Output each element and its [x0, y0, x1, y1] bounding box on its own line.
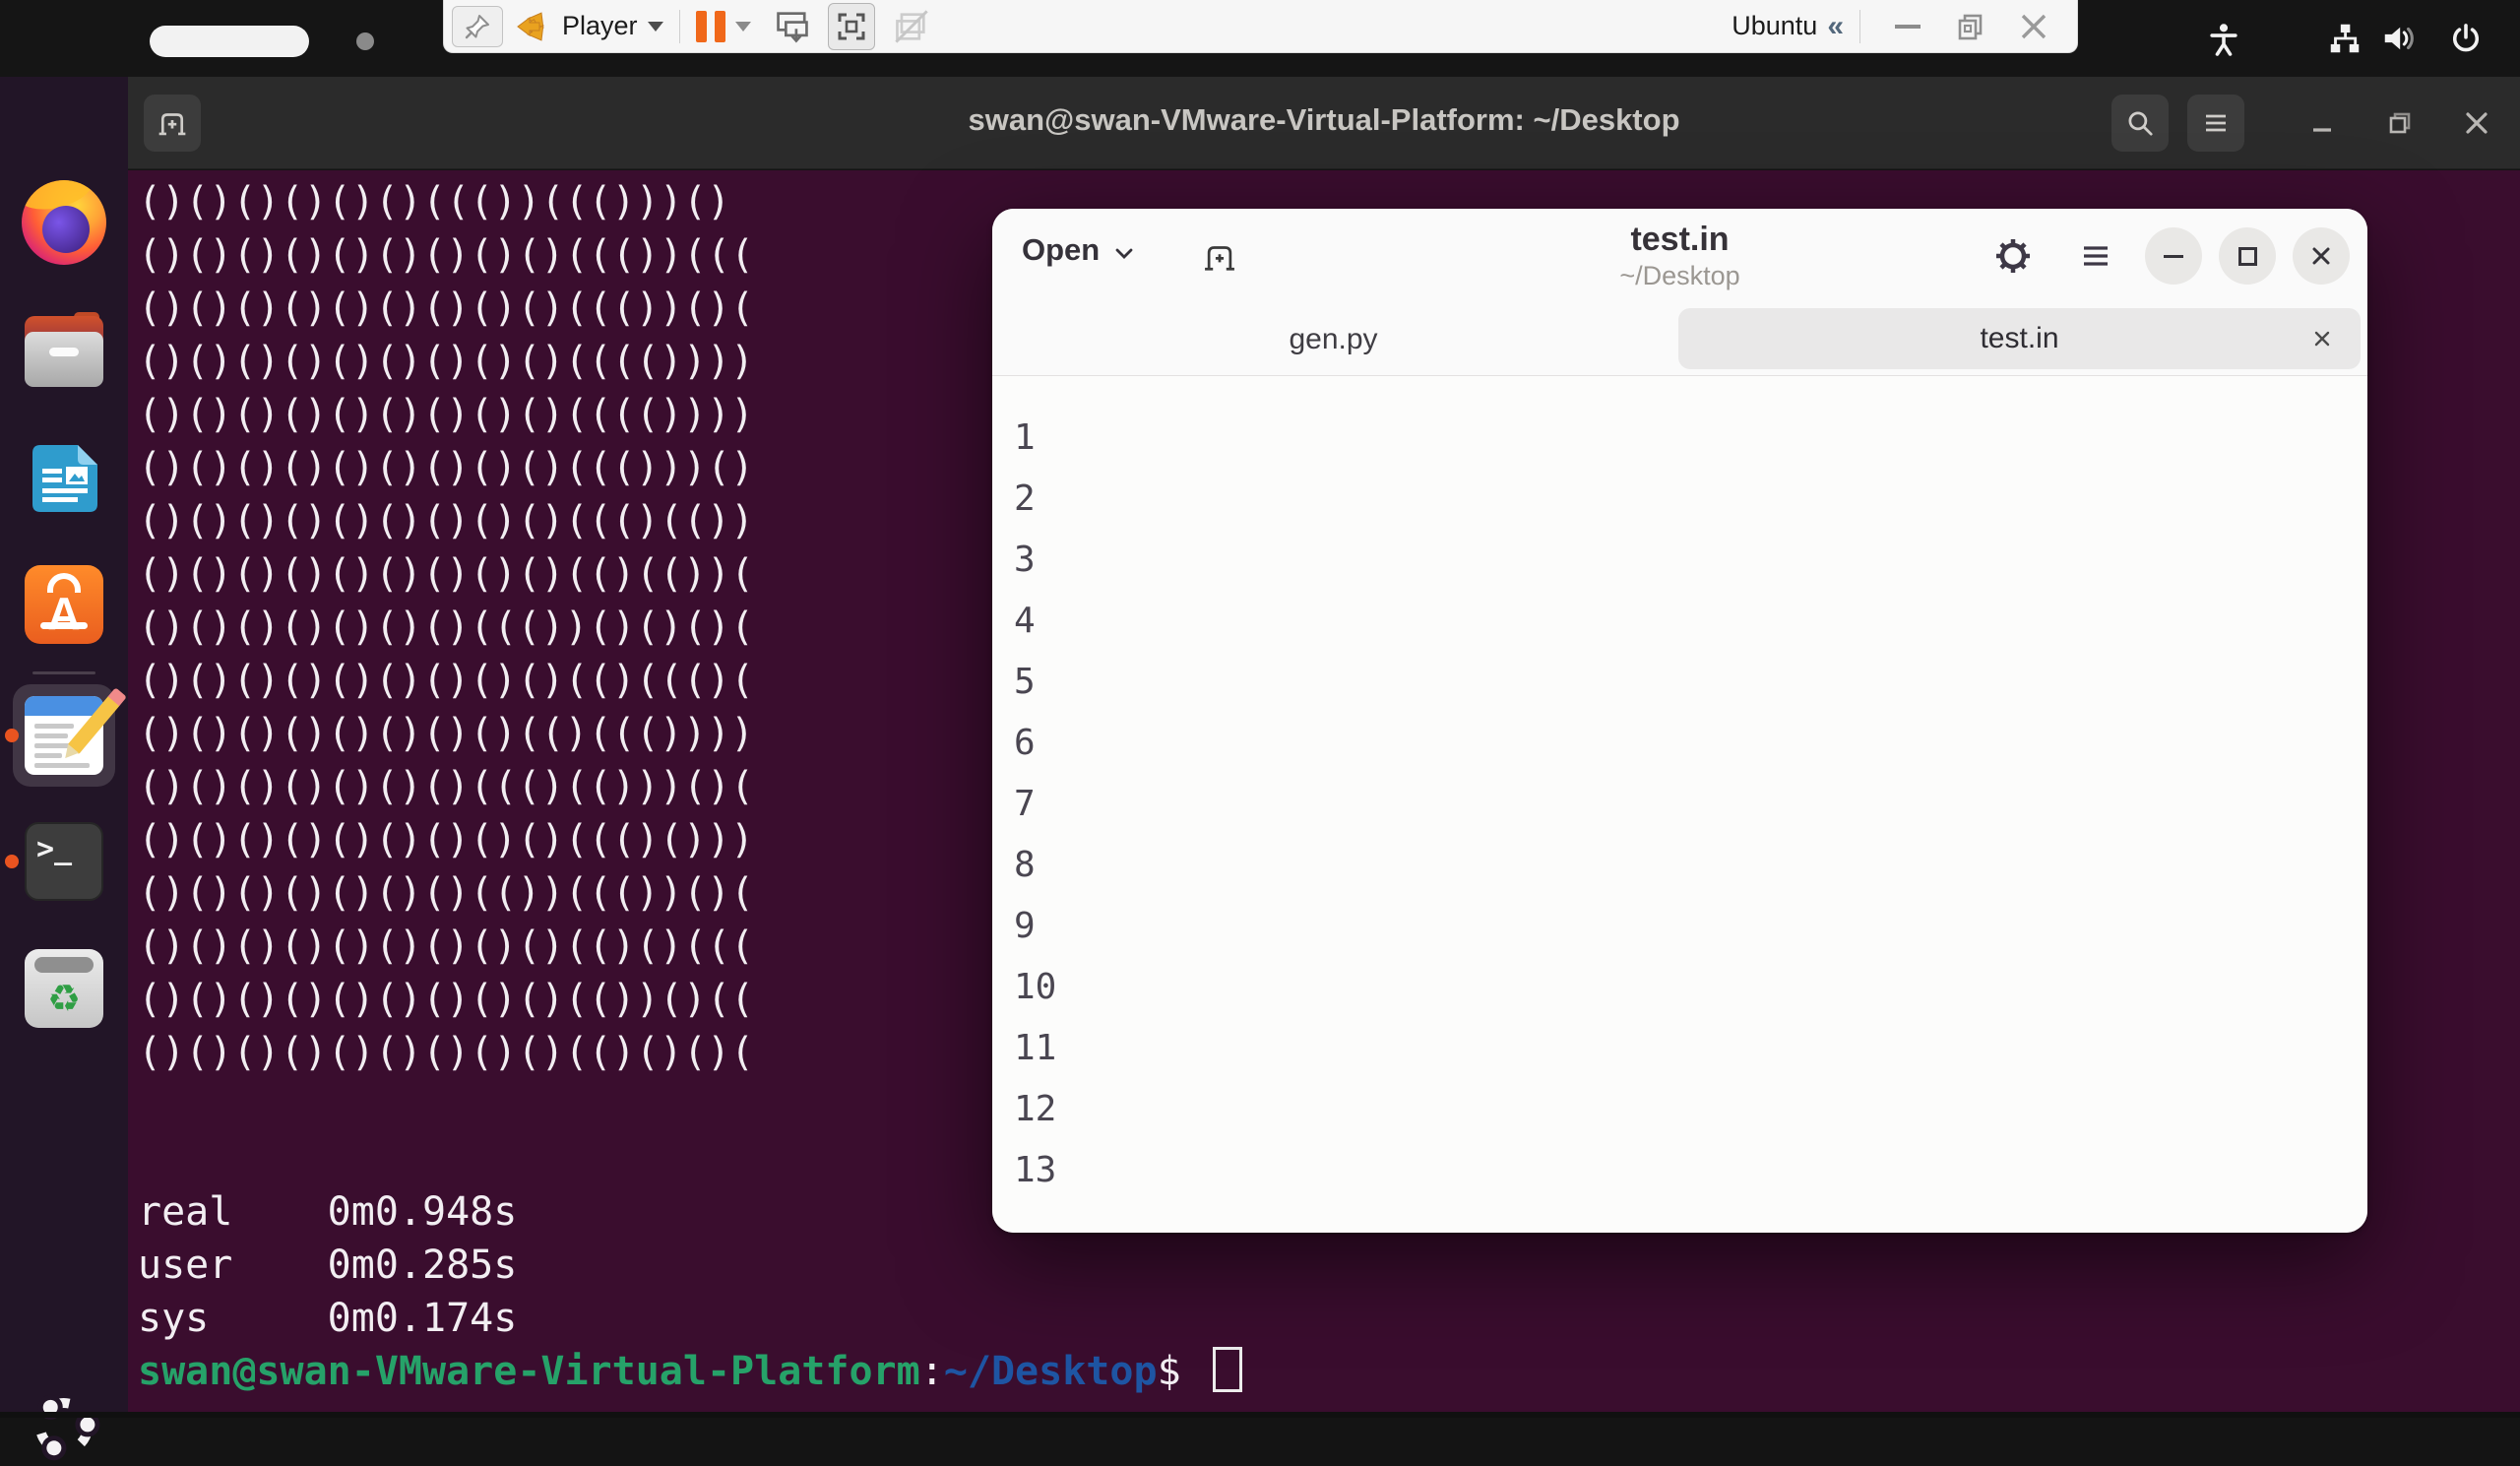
text-editor-icon[interactable]	[25, 696, 103, 775]
workspace-indicator-secondary[interactable]	[356, 32, 374, 50]
editor-minimize-button[interactable]	[2145, 227, 2202, 285]
text-editor-window: Open test.in ~/Desktop	[992, 209, 2367, 1233]
dock-separator	[32, 671, 95, 674]
trash-icon[interactable]: ♻	[25, 949, 103, 1028]
vmware-toolbar: Player Ubuntu «	[443, 0, 2078, 53]
tab-close-button[interactable]	[2305, 322, 2339, 355]
prompt-path: ~/Desktop	[944, 1349, 1158, 1394]
close-icon	[2310, 327, 2334, 351]
prompt-colon: :	[920, 1349, 944, 1394]
accessibility-icon[interactable]	[2205, 20, 2242, 57]
toolbar-separator	[679, 10, 680, 43]
volume-icon[interactable]	[2380, 20, 2418, 57]
pin-icon	[463, 12, 492, 41]
tab-label: gen.py	[1289, 323, 1377, 356]
editor-headerbar[interactable]: Open test.in ~/Desktop	[992, 209, 2367, 303]
tab-label: test.in	[1980, 322, 2058, 355]
toolbar-separator	[1859, 10, 1860, 43]
libreoffice-writer-icon[interactable]	[25, 439, 103, 518]
vm-close-button[interactable]	[2002, 10, 2065, 43]
tab-gen-py[interactable]: gen.py	[992, 303, 1674, 375]
power-icon[interactable]	[2447, 20, 2485, 57]
tab-test-in[interactable]: test.in	[1678, 308, 2361, 369]
vm-minimize-button[interactable]	[1876, 25, 1939, 29]
hamburger-menu-icon	[2201, 108, 2231, 138]
app-center-icon[interactable]: A	[25, 565, 103, 644]
screen-bottom-edge	[0, 1412, 2520, 1418]
send-to-monitor-icon[interactable]	[773, 7, 812, 46]
workspace-indicator-active[interactable]	[150, 26, 309, 57]
pin-toolbar-button[interactable]	[452, 6, 503, 47]
terminal-output: ()()()()()()((())((()))() ()()()()()()()…	[138, 175, 754, 1345]
pause-vm-button[interactable]	[696, 11, 725, 42]
terminal-search-button[interactable]	[2111, 95, 2169, 152]
fullscreen-button[interactable]	[828, 3, 875, 50]
pause-menu-caret-icon[interactable]	[735, 22, 751, 32]
unity-disabled-icon	[893, 8, 930, 45]
terminal-minimize-button[interactable]	[2305, 106, 2339, 140]
dock: A >_ ♻	[0, 77, 128, 1412]
editor-menu-button[interactable]	[2077, 237, 2114, 275]
terminal-running-dot	[5, 855, 19, 868]
network-icon[interactable]	[2326, 20, 2363, 57]
vmware-logo-icon	[515, 8, 552, 45]
terminal-menu-button[interactable]	[2187, 95, 2244, 152]
terminal-prompt: swan@swan-VMware-Virtual-Platform:~/Desk…	[138, 1345, 1242, 1398]
close-icon	[2308, 243, 2334, 269]
files-icon[interactable]	[25, 312, 103, 391]
close-icon	[2017, 10, 2050, 43]
restore-icon	[1956, 12, 1985, 41]
show-apps-icon[interactable]	[25, 1387, 103, 1466]
vm-restore-button[interactable]	[1939, 12, 2002, 41]
fullscreen-icon	[836, 11, 867, 42]
player-menu-caret-icon[interactable]	[648, 22, 663, 32]
editor-close-button[interactable]	[2293, 227, 2350, 285]
search-icon	[2124, 107, 2156, 139]
vm-name-label: Ubuntu	[1732, 11, 1817, 41]
prompt-user-host: swan@swan-VMware-Virtual-Platform	[138, 1349, 920, 1394]
settings-gear-button[interactable]	[1992, 235, 2034, 277]
editor-maximize-button[interactable]	[2219, 227, 2276, 285]
editor-file-content: 1 2 3 4 5 6 7 8 9 10 11 12 13	[1014, 408, 1056, 1201]
text-editor-running-dot	[5, 729, 19, 742]
prompt-dollar: $	[1158, 1349, 1181, 1394]
terminal-titlebar[interactable]: swan@swan-VMware-Virtual-Platform: ~/Des…	[128, 77, 2520, 169]
terminal-close-button[interactable]	[2460, 106, 2493, 140]
firefox-icon[interactable]	[22, 180, 106, 265]
player-menu[interactable]: Player	[562, 11, 638, 41]
terminal-icon[interactable]: >_	[25, 822, 103, 901]
editor-tab-bar: gen.py test.in	[992, 303, 2367, 376]
collapse-toolbar-button[interactable]: «	[1827, 10, 1844, 43]
editor-content-area[interactable]: 1 2 3 4 5 6 7 8 9 10 11 12 13	[992, 376, 2367, 1233]
terminal-cursor	[1213, 1347, 1242, 1392]
terminal-restore-button[interactable]	[2383, 106, 2417, 140]
